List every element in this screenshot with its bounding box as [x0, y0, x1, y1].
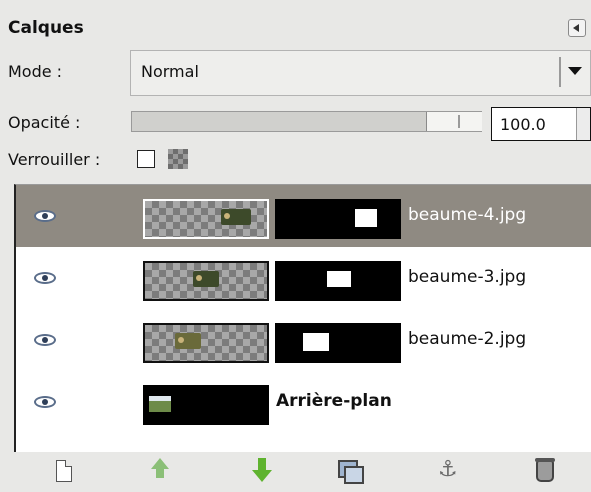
mode-value: Normal — [141, 62, 199, 81]
layer-row[interactable]: beaume-3.jpg — [16, 247, 591, 309]
layer-thumbnail — [143, 323, 269, 363]
raise-layer-button[interactable] — [145, 458, 175, 488]
mode-separator — [559, 57, 561, 87]
layer-image — [193, 271, 219, 287]
layer-thumbnail — [143, 199, 269, 239]
layer-image — [149, 396, 171, 412]
mode-select[interactable]: Normal — [130, 50, 591, 96]
spin-buttons[interactable] — [576, 108, 590, 140]
layer-mask-thumbnail — [275, 261, 401, 301]
delete-layer-icon — [535, 458, 555, 482]
raise-layer-icon — [151, 458, 169, 478]
layer-thumbnail — [143, 385, 269, 425]
mask-white-area — [303, 333, 329, 351]
lower-layer-button[interactable] — [246, 458, 276, 488]
layers-toolbar: ⚓ — [0, 452, 591, 492]
new-layer-button[interactable] — [50, 458, 80, 488]
opacity-slider-fill — [132, 112, 426, 131]
layer-mask-thumbnail — [275, 323, 401, 363]
lock-pixels-checkbox[interactable] — [137, 150, 155, 168]
eye-icon[interactable] — [34, 334, 56, 346]
lock-label: Verrouiller : — [8, 150, 101, 169]
layer-name[interactable]: beaume-4.jpg — [408, 205, 526, 225]
layer-name[interactable]: beaume-2.jpg — [408, 329, 526, 349]
opacity-slider[interactable] — [131, 111, 482, 132]
chevron-down-icon[interactable] — [568, 67, 582, 75]
opacity-label: Opacité : — [8, 113, 81, 132]
lower-layer-icon — [252, 458, 272, 482]
layer-name[interactable]: beaume-3.jpg — [408, 267, 526, 287]
layer-row[interactable]: Arrière-plan — [16, 371, 591, 433]
mask-white-area — [355, 209, 377, 227]
duplicate-layer-button[interactable] — [333, 458, 364, 488]
lock-alpha-icon[interactable] — [168, 149, 188, 169]
opacity-spinbox[interactable]: 100.0 — [491, 107, 591, 141]
layer-image — [175, 333, 201, 349]
layers-list: beaume-4.jpg beaume-3.jpg beaume-2.jpg A… — [14, 184, 591, 452]
anchor-layer-icon: ⚓ — [438, 457, 458, 482]
layer-row[interactable]: beaume-4.jpg — [16, 185, 591, 247]
eye-icon[interactable] — [34, 272, 56, 284]
layer-image — [221, 209, 251, 225]
layer-thumbnail — [143, 261, 269, 301]
eye-icon[interactable] — [34, 396, 56, 408]
mask-white-area — [327, 271, 351, 287]
anchor-layer-button[interactable]: ⚓ — [434, 458, 464, 488]
layer-mask-thumbnail — [275, 199, 401, 239]
duplicate-layer-icon — [338, 460, 364, 484]
mode-label: Mode : — [8, 62, 63, 81]
opacity-value[interactable]: 100.0 — [500, 115, 546, 134]
layer-row[interactable]: beaume-2.jpg — [16, 309, 591, 371]
eye-icon[interactable] — [34, 210, 56, 222]
new-layer-icon — [56, 460, 72, 482]
panel-title: Calques — [8, 18, 84, 38]
opacity-slider-handle[interactable] — [426, 112, 482, 131]
layer-name[interactable]: Arrière-plan — [276, 391, 392, 411]
delete-layer-button[interactable] — [530, 458, 560, 488]
collapse-panel-button[interactable] — [568, 19, 586, 37]
